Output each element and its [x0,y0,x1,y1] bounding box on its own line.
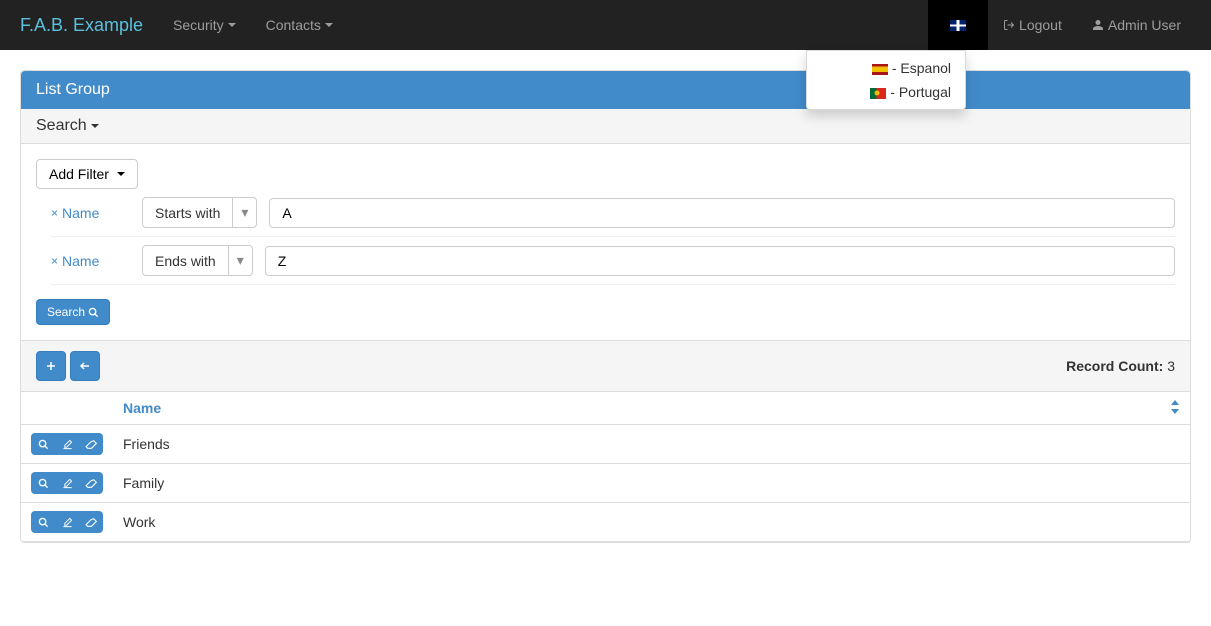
add-filter-button[interactable]: Add Filter [36,159,138,189]
edit-icon [62,517,73,528]
nav-language[interactable] [928,0,988,50]
plus-icon [45,360,57,372]
cell-name: Family [113,464,1190,503]
delete-button[interactable] [79,433,103,455]
filter-field-label[interactable]: Name [62,253,142,269]
filter-row: × Name Ends with ▾ [51,237,1175,285]
nav-contacts-label: Contacts [266,17,321,33]
edit-button[interactable] [55,433,79,455]
search-icon [88,307,99,318]
nav-logout-label: Logout [1019,17,1062,33]
remove-filter-icon[interactable]: × [51,254,58,268]
record-count: Record Count: 3 [1066,358,1175,374]
nav-contacts[interactable]: Contacts [251,2,348,48]
panel-title: List Group [21,71,1190,109]
data-table: Name FriendsFamilyWork [21,392,1190,542]
user-icon [1092,19,1104,31]
table-row: Work [21,503,1190,542]
row-actions [31,472,103,494]
brand-link[interactable]: F.A.B. Example [15,15,158,36]
navbar: F.A.B. Example Security Contacts Logout … [0,0,1211,50]
arrow-left-icon [79,360,91,372]
caret-icon [325,23,333,27]
flag-en-icon [950,20,966,31]
nav-user-label: Admin User [1108,17,1181,33]
caret-icon [117,172,125,176]
nav-user[interactable]: Admin User [1077,2,1196,48]
table-row: Friends [21,425,1190,464]
record-count-label: Record Count: [1066,358,1163,374]
view-button[interactable] [31,433,55,455]
edit-icon [62,439,73,450]
list-toolbar: Record Count: 3 [21,340,1190,392]
search-toggle[interactable]: Search [21,109,1190,144]
eraser-icon [85,517,98,528]
filter-op-select[interactable]: Starts with ▾ [142,197,257,228]
col-name[interactable]: Name [113,392,1190,425]
chevron-down-icon: ▾ [232,198,256,227]
chevron-down-icon: ▾ [228,246,252,275]
col-name-label: Name [123,400,161,416]
table-row: Family [21,464,1190,503]
filter-op-value: Starts with [143,199,232,227]
flag-pt-icon [870,88,886,99]
search-icon [38,478,49,489]
record-count-value: 3 [1167,358,1175,374]
add-filter-label: Add Filter [49,166,109,182]
lang-option-es-label: Espanol [900,60,951,76]
eraser-icon [85,478,98,489]
lang-option-es[interactable]: - Espanol [807,56,965,80]
lang-option-pt-label: Portugal [899,84,951,100]
search-button-label: Search [47,305,85,319]
sort-icon[interactable] [1170,400,1180,414]
row-actions [31,433,103,455]
lang-option-pt[interactable]: - Portugal [807,80,965,104]
cell-name: Friends [113,425,1190,464]
filter-op-value: Ends with [143,247,228,275]
nav-logout[interactable]: Logout [988,2,1077,48]
delete-button[interactable] [79,472,103,494]
row-actions [31,511,103,533]
panel-list-group: List Group Search Add Filter × Name Star… [20,70,1191,543]
edit-button[interactable] [55,511,79,533]
nav-security-label: Security [173,17,224,33]
view-button[interactable] [31,472,55,494]
search-button[interactable]: Search [36,299,110,325]
flag-es-icon [872,64,888,75]
col-actions [21,392,113,425]
add-button[interactable] [36,351,66,381]
search-toggle-label: Search [36,117,87,134]
view-button[interactable] [31,511,55,533]
edit-button[interactable] [55,472,79,494]
delete-button[interactable] [79,511,103,533]
caret-icon [91,124,99,128]
edit-icon [62,478,73,489]
remove-filter-icon[interactable]: × [51,206,58,220]
eraser-icon [85,439,98,450]
filter-value-input[interactable] [269,198,1175,228]
caret-icon [228,23,236,27]
nav-security[interactable]: Security [158,2,251,48]
language-dropdown: - Espanol - Portugal [806,50,966,110]
filter-row: × Name Starts with ▾ [51,189,1175,237]
cell-name: Work [113,503,1190,542]
filter-value-input[interactable] [265,246,1175,276]
search-icon [38,439,49,450]
logout-icon [1003,19,1015,31]
filter-op-select[interactable]: Ends with ▾ [142,245,253,276]
filter-field-label[interactable]: Name [62,205,142,221]
search-icon [38,517,49,528]
back-button[interactable] [70,351,100,381]
